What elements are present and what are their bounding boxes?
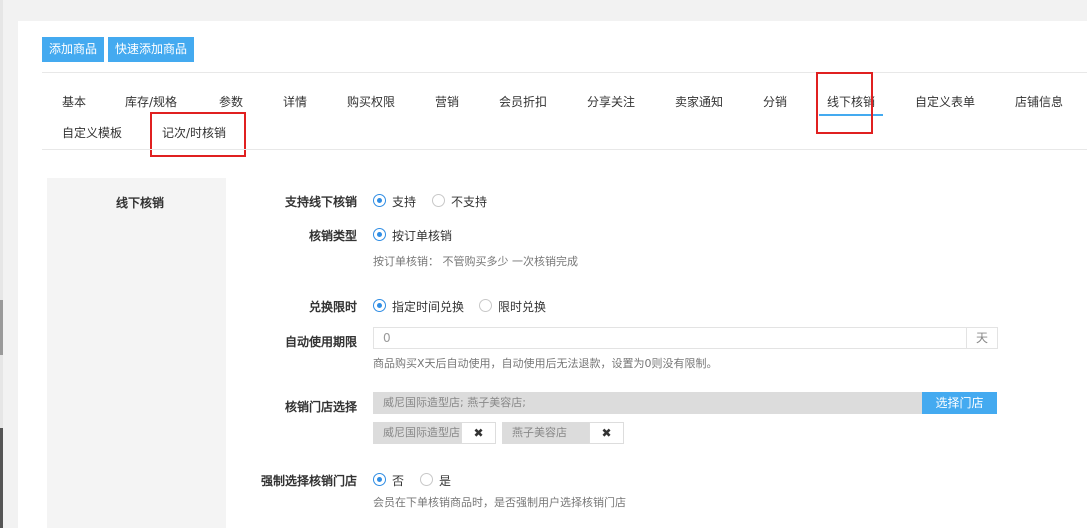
redeem-specified-time-label: 指定时间兑换 bbox=[392, 300, 465, 314]
add-product-button[interactable]: 添加商品 bbox=[42, 37, 104, 62]
select-store-button[interactable]: 选择门店 bbox=[922, 392, 997, 414]
auto-use-label: 自动使用期限 bbox=[285, 335, 358, 349]
store-select-label: 核销门店选择 bbox=[285, 400, 358, 414]
tab-purchase-permission[interactable]: 购买权限 bbox=[347, 93, 395, 111]
tab-params[interactable]: 参数 bbox=[219, 93, 243, 111]
quick-add-product-button[interactable]: 快速添加商品 bbox=[108, 37, 194, 62]
force-store-yes-label: 是 bbox=[439, 474, 452, 488]
force-store-label: 强制选择核销门店 bbox=[261, 474, 358, 488]
tab-marketing[interactable]: 营销 bbox=[435, 93, 459, 111]
verify-by-order-label: 按订单核销 bbox=[392, 229, 453, 243]
tab-distribution[interactable]: 分销 bbox=[763, 93, 787, 111]
tab-custom-form[interactable]: 自定义表单 bbox=[915, 93, 975, 111]
support-offline-label: 支持线下核销 bbox=[285, 195, 358, 209]
selected-stores-field[interactable]: 威尼国际造型店; 燕子美容店; bbox=[373, 392, 922, 414]
tab-store-info[interactable]: 店铺信息 bbox=[1015, 93, 1063, 111]
redeem-limited-time-label: 限时兑换 bbox=[498, 300, 547, 314]
force-store-yes-radio[interactable] bbox=[420, 473, 433, 486]
verify-type-label: 核销类型 bbox=[309, 229, 358, 243]
force-store-no-label: 否 bbox=[392, 474, 405, 488]
store-chip-name: 燕子美容店 bbox=[502, 422, 589, 444]
force-store-help: 会员在下单核销商品时，是否强制用户选择核销门店 bbox=[373, 496, 626, 509]
auto-use-unit: 天 bbox=[966, 327, 998, 349]
verify-by-order-radio[interactable] bbox=[373, 228, 386, 241]
tab-basic[interactable]: 基本 bbox=[62, 93, 86, 111]
support-no-label: 不支持 bbox=[451, 195, 488, 209]
redeem-specified-time-radio[interactable] bbox=[373, 299, 386, 312]
tab-member-discount[interactable]: 会员折扣 bbox=[499, 93, 547, 111]
store-chip-name: 威尼国际造型店 bbox=[373, 422, 461, 444]
support-no-radio[interactable] bbox=[432, 194, 445, 207]
active-tab-indicator bbox=[819, 114, 883, 116]
verify-type-help: 按订单核销： 不管购买多少 一次核销完成 bbox=[373, 255, 578, 268]
tabs-bottom-divider bbox=[42, 149, 1087, 150]
tabs-top-divider bbox=[42, 72, 1087, 73]
auto-use-help: 商品购买X天后自动使用，自动使用后无法退款，设置为0则没有限制。 bbox=[373, 357, 718, 370]
tab-details[interactable]: 详情 bbox=[283, 93, 307, 111]
tab-share-follow[interactable]: 分享关注 bbox=[587, 93, 635, 111]
tab-seller-notice[interactable]: 卖家通知 bbox=[675, 93, 723, 111]
support-yes-label: 支持 bbox=[392, 195, 417, 209]
remove-store-icon[interactable]: ✖ bbox=[461, 422, 496, 444]
form-section-sidebar bbox=[47, 178, 226, 528]
tab-count-time-verify[interactable]: 记次/时核销 bbox=[162, 124, 226, 142]
support-yes-radio[interactable] bbox=[373, 194, 386, 207]
section-title: 线下核销 bbox=[116, 196, 165, 210]
force-store-no-radio[interactable] bbox=[373, 473, 386, 486]
auto-use-days-input[interactable] bbox=[373, 327, 966, 349]
remove-store-icon[interactable]: ✖ bbox=[589, 422, 624, 444]
tab-offline-verify[interactable]: 线下核销 bbox=[827, 93, 875, 111]
tab-stock-spec[interactable]: 库存/规格 bbox=[125, 93, 177, 111]
tab-custom-template[interactable]: 自定义模板 bbox=[62, 124, 122, 142]
redeem-limited-time-radio[interactable] bbox=[479, 299, 492, 312]
left-edge bbox=[0, 0, 3, 528]
redeem-limit-label: 兑换限时 bbox=[309, 300, 358, 314]
